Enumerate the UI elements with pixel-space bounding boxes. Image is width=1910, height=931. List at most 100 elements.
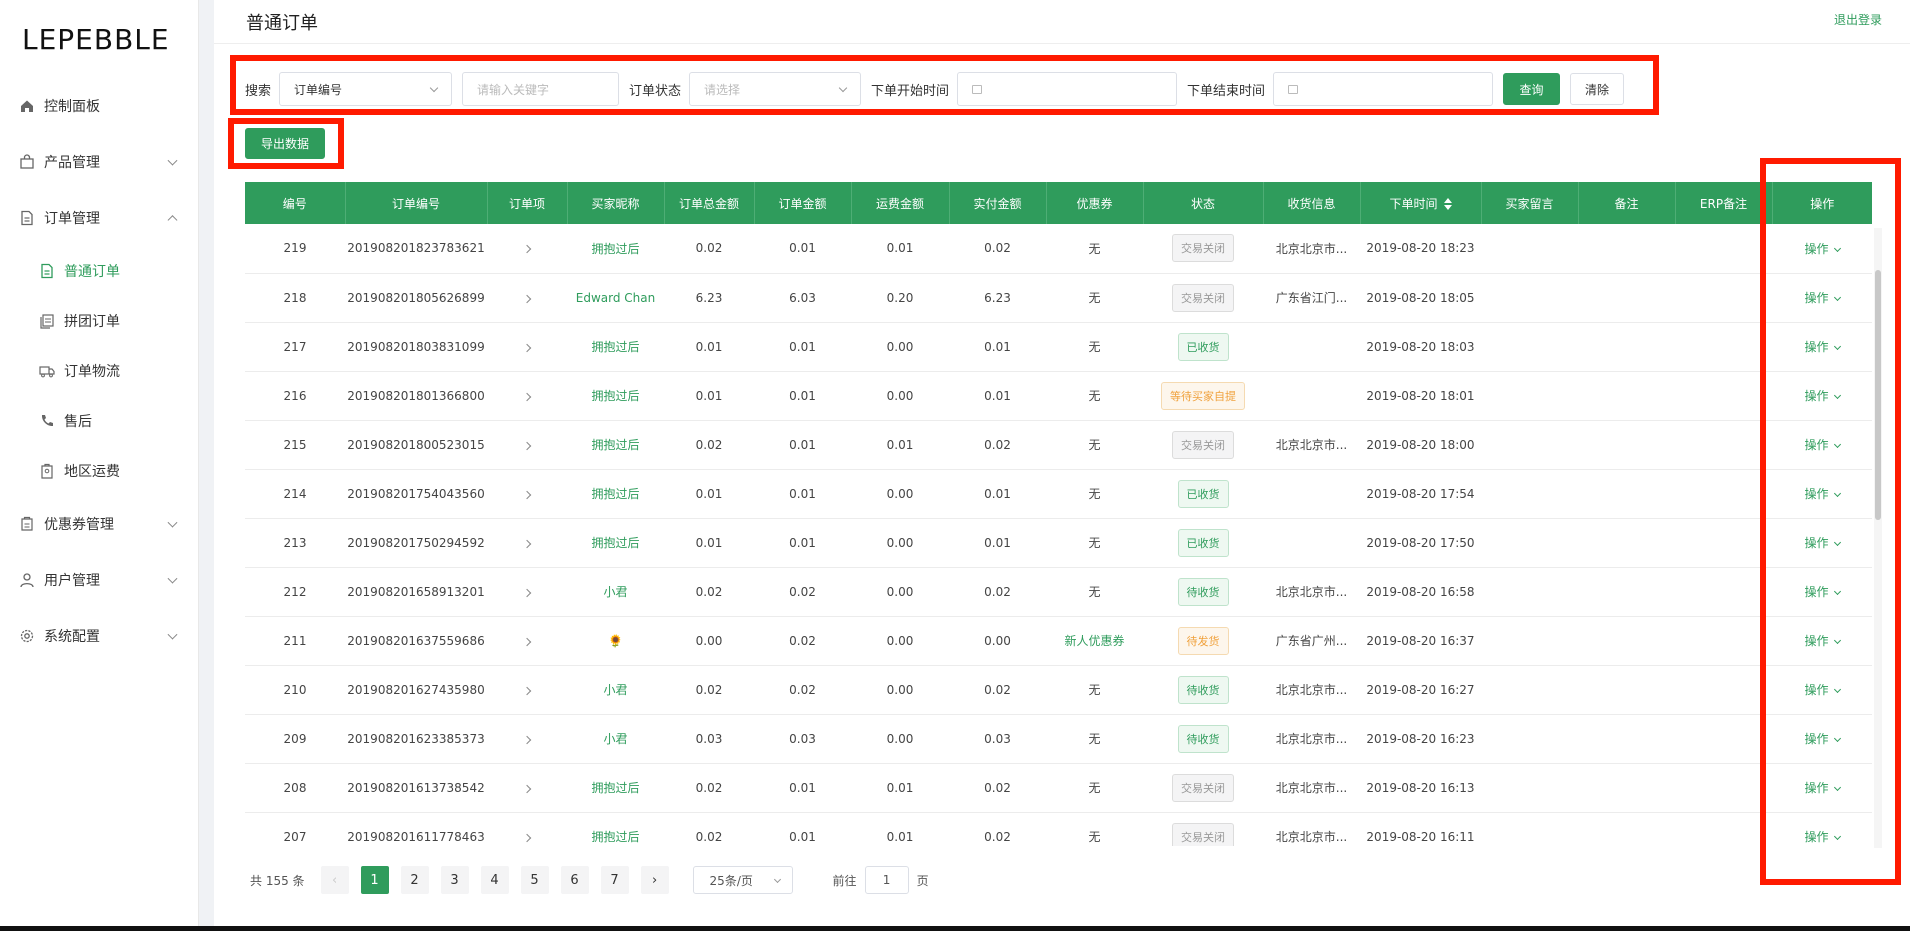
operation-dropdown[interactable]: 操作 bbox=[1804, 732, 1841, 746]
cell-buyer[interactable]: 拥抱过后 bbox=[567, 420, 664, 470]
empty-cell bbox=[1675, 567, 1772, 617]
chevron-right-icon[interactable] bbox=[522, 539, 532, 548]
sidebar-item-orders[interactable]: 订单管理 bbox=[0, 190, 198, 246]
page-button[interactable]: 2 bbox=[400, 866, 429, 894]
sidebar-subitem-label: 售后 bbox=[64, 414, 92, 430]
logout-link[interactable]: 退出登录 bbox=[1834, 11, 1882, 28]
cell-buyer[interactable]: 拥抱过后 bbox=[567, 322, 664, 372]
table-row[interactable]: 214 201908201754043560 拥抱过后 0.01 0.01 0.00 0.0… bbox=[245, 469, 1872, 519]
sort-icon[interactable] bbox=[1443, 198, 1452, 210]
scrollbar-thumb[interactable] bbox=[1875, 270, 1881, 520]
sidebar-item-settings[interactable]: 系统配置 bbox=[0, 608, 198, 664]
sidebar-subitem-normal-orders[interactable]: 普通订单 bbox=[0, 246, 198, 296]
table-scrollbar[interactable] bbox=[1874, 228, 1882, 848]
query-button[interactable]: 查询 bbox=[1503, 73, 1561, 105]
export-button[interactable]: 导出数据 bbox=[245, 128, 325, 159]
cell-buyer[interactable]: 拥抱过后 bbox=[567, 812, 664, 846]
column-header[interactable]: 下单时间 bbox=[1360, 182, 1482, 224]
operation-dropdown[interactable]: 操作 bbox=[1804, 389, 1841, 403]
chevron-right-icon[interactable] bbox=[522, 637, 532, 646]
operation-dropdown[interactable]: 操作 bbox=[1804, 683, 1841, 697]
cell-buyer[interactable]: 拥抱过后 bbox=[567, 518, 664, 568]
status-badge: 待收货 bbox=[1177, 724, 1229, 753]
page-button[interactable]: 7 bbox=[600, 866, 629, 894]
column-header: 实付金额 bbox=[949, 182, 1047, 224]
operation-dropdown[interactable]: 操作 bbox=[1804, 634, 1841, 648]
cell-buyer[interactable]: Edward Chan bbox=[567, 273, 664, 323]
next-page-button[interactable]: › bbox=[640, 866, 669, 894]
operation-dropdown[interactable]: 操作 bbox=[1804, 291, 1841, 305]
operation-dropdown[interactable]: 操作 bbox=[1804, 781, 1841, 795]
chevron-right-icon[interactable] bbox=[522, 735, 532, 744]
chevron-right-icon[interactable] bbox=[522, 588, 532, 597]
search-type-select[interactable]: 订单编号 bbox=[279, 72, 453, 106]
chevron-right-icon[interactable] bbox=[522, 833, 532, 842]
status-select[interactable]: 请选择 bbox=[689, 72, 862, 106]
page-button[interactable]: 4 bbox=[480, 866, 509, 894]
cell-buyer[interactable]: 拥抱过后 bbox=[567, 763, 664, 813]
sidebar-item-users[interactable]: 用户管理 bbox=[0, 552, 198, 608]
empty-cell bbox=[1481, 567, 1578, 617]
end-time-picker[interactable] bbox=[1273, 72, 1494, 106]
cell-address bbox=[1263, 518, 1360, 568]
chevron-right-icon[interactable] bbox=[522, 245, 532, 254]
chevron-right-icon[interactable] bbox=[522, 490, 532, 499]
sidebar-subitem-group-orders[interactable]: 拼团订单 bbox=[0, 296, 198, 346]
page-button[interactable]: 3 bbox=[440, 866, 469, 894]
cell-buyer[interactable]: 拥抱过后 bbox=[567, 469, 664, 519]
table-row[interactable]: 209 201908201623385373 小君 0.03 0.03 0.00 0.03 无… bbox=[245, 714, 1872, 764]
cell-buyer[interactable]: 拥抱过后 bbox=[567, 224, 664, 274]
sidebar-item-coupons[interactable]: 优惠券管理 bbox=[0, 496, 198, 552]
keyword-input[interactable]: 请输入关键字 bbox=[462, 72, 620, 106]
operation-dropdown[interactable]: 操作 bbox=[1804, 585, 1841, 599]
table-row[interactable]: 217 201908201803831099 拥抱过后 0.01 0.01 0.00 0.0… bbox=[245, 322, 1872, 372]
chevron-right-icon[interactable] bbox=[522, 392, 532, 401]
sidebar-item-products[interactable]: 产品管理 bbox=[0, 134, 198, 190]
chevron-right-icon[interactable] bbox=[522, 784, 532, 793]
cell-buyer[interactable]: 小君 bbox=[567, 567, 664, 617]
empty-cell bbox=[1578, 420, 1675, 470]
sidebar-subitem-logistics[interactable]: 订单物流 bbox=[0, 346, 198, 396]
goto-page-input[interactable]: 1 bbox=[864, 866, 909, 894]
prev-page-button[interactable]: ‹ bbox=[320, 866, 349, 894]
chevron-right-icon[interactable] bbox=[522, 343, 532, 352]
column-header-label: 下单时间 bbox=[1389, 196, 1438, 211]
table-row[interactable]: 215 201908201800523015 拥抱过后 0.02 0.01 0.01 0.0… bbox=[245, 420, 1872, 470]
operation-dropdown[interactable]: 操作 bbox=[1804, 536, 1841, 550]
operation-dropdown[interactable]: 操作 bbox=[1804, 830, 1841, 844]
cell-time: 2019-08-20 16:13 bbox=[1360, 763, 1481, 813]
sidebar-subitem-aftersale[interactable]: 售后 bbox=[0, 396, 198, 446]
cell-paid: 0.01 bbox=[949, 322, 1046, 372]
cell-buyer[interactable]: 小君 bbox=[567, 665, 664, 715]
cell-buyer[interactable]: 拥抱过后 bbox=[567, 371, 664, 421]
table-row[interactable]: 213 201908201750294592 拥抱过后 0.01 0.01 0.00 0.0… bbox=[245, 518, 1872, 568]
table-row[interactable]: 216 201908201801366800 拥抱过后 0.01 0.01 0.00 0.0… bbox=[245, 371, 1872, 421]
operation-dropdown[interactable]: 操作 bbox=[1804, 340, 1841, 354]
table-row[interactable]: 212 201908201658913201 小君 0.02 0.02 0.00 0.02 无… bbox=[245, 567, 1872, 617]
chevron-right-icon[interactable] bbox=[522, 294, 532, 303]
chevron-down-icon bbox=[1833, 293, 1841, 302]
cell-total: 0.01 bbox=[664, 469, 754, 519]
sidebar-subitem-regional-freight[interactable]: 地区运费 bbox=[0, 446, 198, 496]
page-size-select[interactable]: 25条/页 bbox=[692, 866, 793, 894]
start-time-picker[interactable] bbox=[957, 72, 1178, 106]
empty-cell bbox=[1675, 273, 1772, 323]
cell-buyer[interactable]: 小君 bbox=[567, 714, 664, 764]
sidebar-item-dashboard[interactable]: 控制面板 bbox=[0, 78, 198, 134]
page-button[interactable]: 6 bbox=[560, 866, 589, 894]
chevron-right-icon[interactable] bbox=[522, 441, 532, 450]
table-row[interactable]: 219 201908201823783621 拥抱过后 0.02 0.01 0.01 0.0… bbox=[245, 224, 1872, 274]
operation-dropdown[interactable]: 操作 bbox=[1804, 242, 1841, 256]
chevron-right-icon[interactable] bbox=[522, 686, 532, 695]
table-row[interactable]: 211 201908201637559686 🌻 0.00 0.02 0.00 0.00 新人… bbox=[245, 616, 1872, 666]
table-row[interactable]: 208 201908201613738542 拥抱过后 0.02 0.01 0.01 0.0… bbox=[245, 763, 1872, 813]
cell-buyer[interactable]: 🌻 bbox=[567, 616, 664, 666]
operation-dropdown[interactable]: 操作 bbox=[1804, 438, 1841, 452]
page-button[interactable]: 1 bbox=[360, 866, 389, 894]
table-row[interactable]: 218 201908201805626899 Edward Chan 6.23 6.03… bbox=[245, 273, 1872, 323]
clear-button[interactable]: 清除 bbox=[1570, 73, 1625, 105]
table-row[interactable]: 207 201908201611778463 拥抱过后 0.02 0.01 0.01 0.0… bbox=[245, 812, 1872, 846]
page-button[interactable]: 5 bbox=[520, 866, 549, 894]
table-row[interactable]: 210 201908201627435980 小君 0.02 0.02 0.00 0.02 无… bbox=[245, 665, 1872, 715]
operation-dropdown[interactable]: 操作 bbox=[1804, 487, 1841, 501]
